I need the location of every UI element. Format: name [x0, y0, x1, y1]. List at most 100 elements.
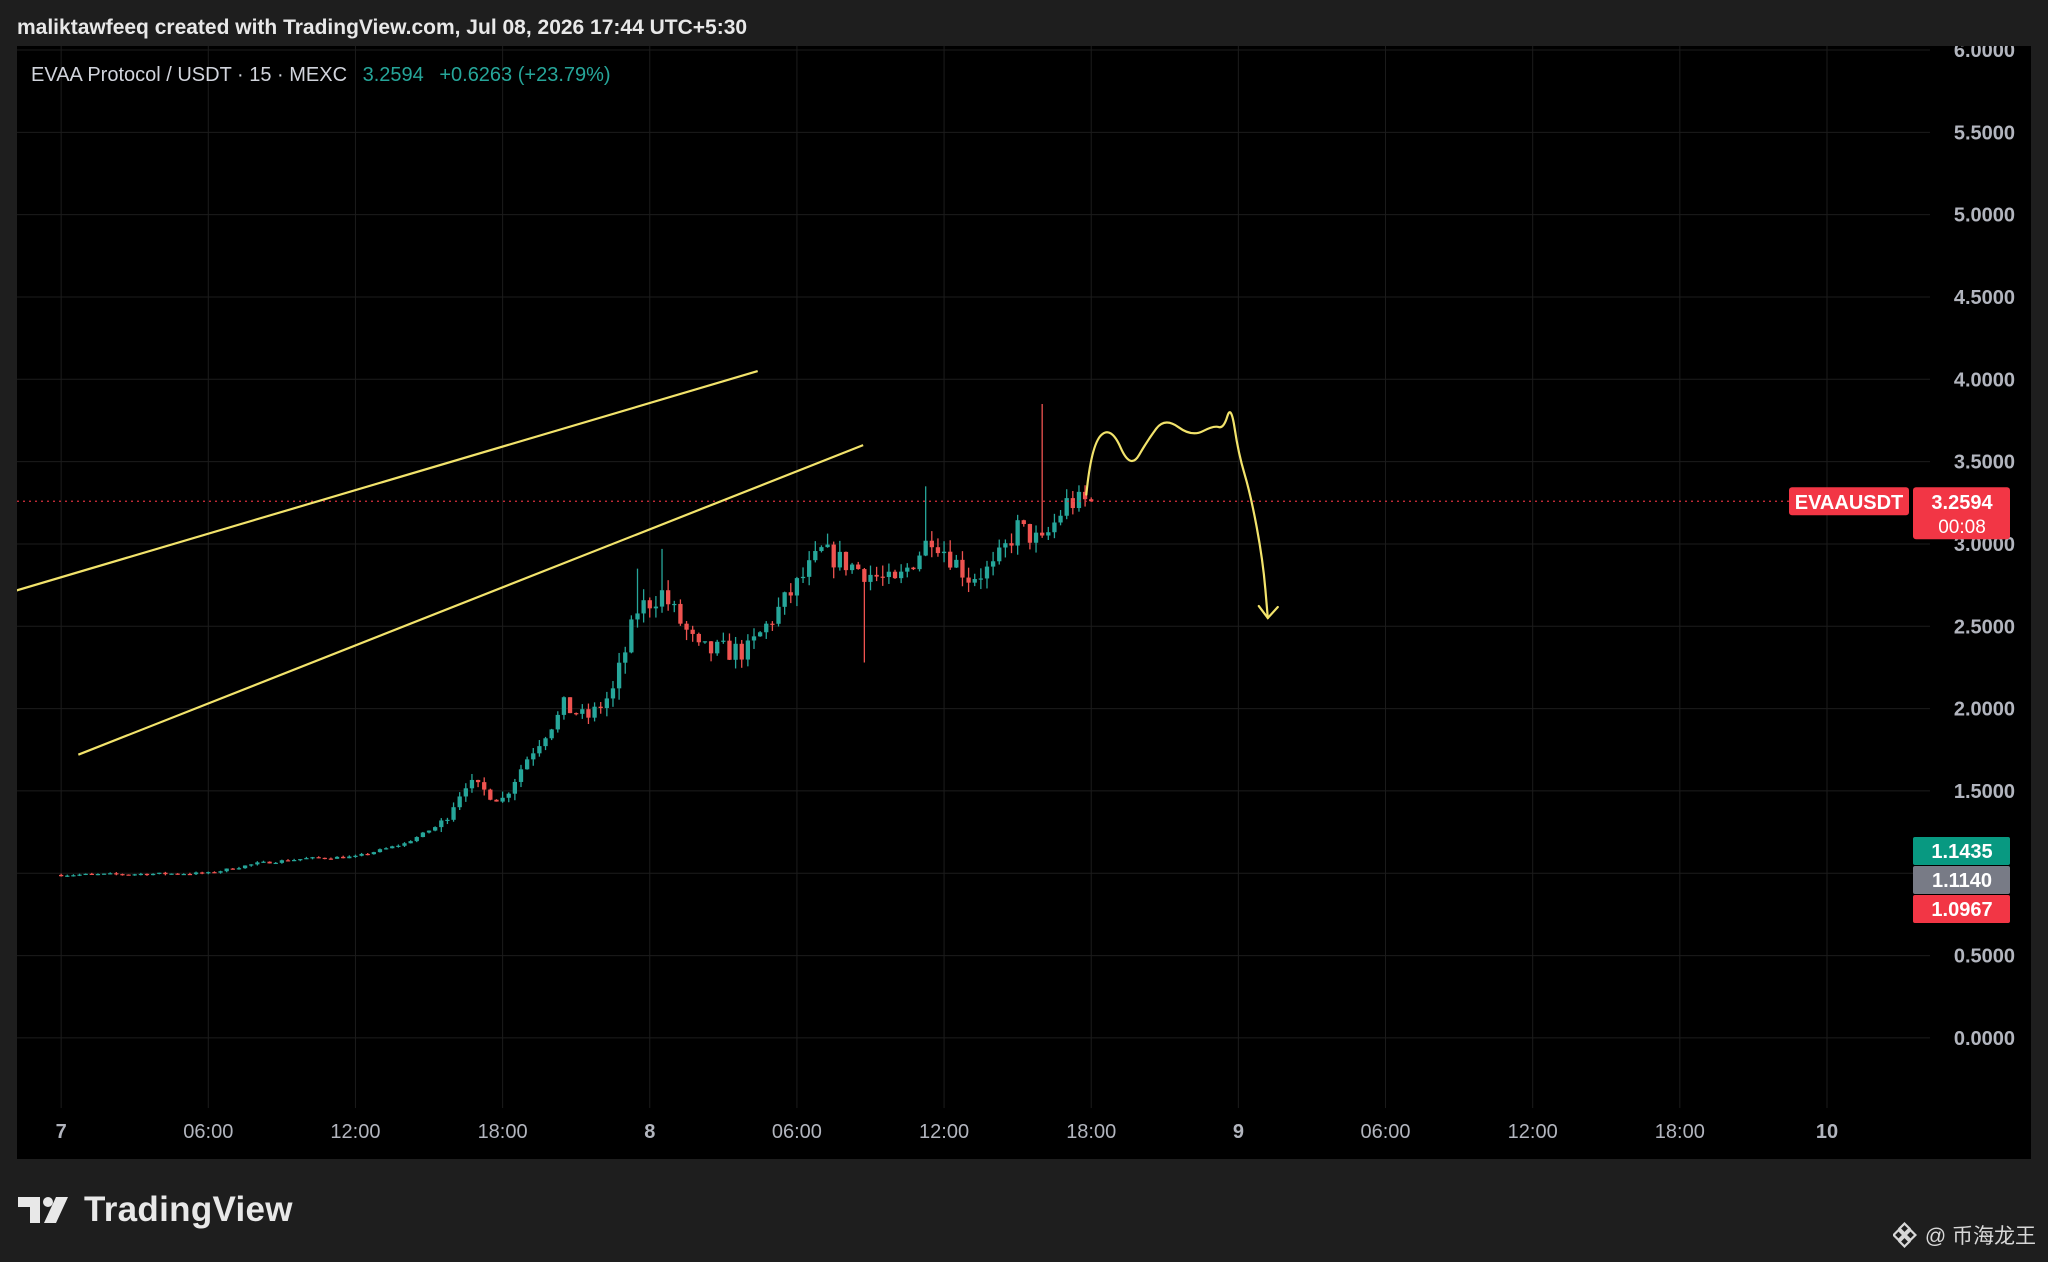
watermark-text: @ 币海龙王 [1924, 1225, 2036, 1248]
candle [580, 709, 585, 714]
candle [433, 827, 438, 831]
candle [1052, 522, 1057, 533]
candle [390, 846, 395, 849]
last-price-value: 3.2594 [362, 64, 424, 86]
candle [163, 872, 168, 875]
candle [353, 855, 358, 857]
candle [978, 578, 984, 580]
candle [500, 797, 505, 802]
price-axis-label: 1.5000 [1954, 781, 2015, 803]
candle [451, 807, 456, 820]
candle [224, 868, 229, 872]
candle [494, 799, 499, 802]
tradingview-brand[interactable]: TradingView [18, 1188, 293, 1232]
candle [89, 873, 94, 875]
candle [463, 788, 468, 797]
candle [923, 540, 928, 556]
candle [408, 841, 413, 844]
candle [383, 848, 389, 850]
time-axis-label: 06:00 [772, 1121, 822, 1143]
symbol-legend: EVAA Protocol / USDT · 15 · MEXC 3.2594 … [31, 64, 611, 87]
candle [647, 600, 652, 609]
watermark: @ 币海龙王 [1892, 1220, 2036, 1250]
candle [684, 623, 689, 630]
candle [291, 860, 297, 862]
time-axis-label: 18:00 [1655, 1121, 1705, 1143]
candle [273, 862, 278, 865]
candle [200, 872, 205, 874]
candle [586, 709, 591, 718]
candle [690, 629, 695, 634]
candle [770, 623, 775, 625]
projection-path-drawing[interactable] [1085, 411, 1269, 620]
candle [279, 860, 285, 863]
candle [371, 852, 376, 855]
candle [1015, 520, 1020, 546]
candle [120, 874, 125, 876]
candle [635, 613, 640, 620]
time-axis-label: 10 [1816, 1121, 1838, 1143]
candle [144, 873, 150, 876]
candle [948, 551, 953, 568]
candle [175, 873, 180, 875]
candle [414, 837, 419, 842]
symbol-title: EVAA Protocol / USDT · 15 · MEXC [31, 64, 348, 86]
candle [666, 590, 671, 605]
chart-caption: maliktawfeeq created with TradingView.co… [17, 16, 748, 39]
time-axis-label: 8 [644, 1121, 655, 1143]
candle [230, 868, 235, 870]
candle [261, 861, 266, 863]
candle [610, 688, 616, 699]
candle [856, 564, 861, 570]
candle [862, 569, 867, 582]
candle [506, 793, 511, 798]
candle [935, 547, 941, 554]
candle [298, 859, 303, 861]
channel-upper-line[interactable] [17, 370, 758, 623]
candle [849, 564, 855, 571]
candle [874, 574, 879, 577]
chart-area[interactable]: 7 06:00 12:00 18:00 8 06:00 12:00 18:00 9 06:00 12… [17, 46, 2031, 1159]
candle [715, 641, 720, 654]
candle [629, 619, 634, 653]
candle [518, 769, 524, 782]
candle [892, 571, 898, 579]
candle [512, 781, 518, 794]
candle [733, 643, 738, 660]
time-axis-label: 12:00 [330, 1121, 380, 1143]
candle [702, 641, 708, 643]
candle [310, 857, 315, 859]
candle [365, 853, 370, 856]
candle [341, 856, 346, 859]
candle [285, 860, 291, 862]
candle [917, 555, 922, 570]
time-axis-label: 06:00 [1360, 1121, 1410, 1143]
candle [328, 858, 334, 860]
candle [359, 853, 364, 856]
candle [475, 779, 481, 783]
candle [825, 544, 830, 548]
candle [555, 714, 560, 730]
price-axis-label: 6.0000 [1954, 46, 2015, 62]
candle [807, 560, 812, 577]
price-chart[interactable]: 7 06:00 12:00 18:00 8 06:00 12:00 18:00 9 06:00 12… [17, 46, 2031, 1159]
candle [905, 567, 910, 572]
candle [132, 874, 137, 876]
candle [868, 574, 873, 582]
candle [984, 566, 990, 579]
candle [757, 632, 763, 637]
candle [819, 547, 824, 552]
candle [997, 547, 1002, 562]
candle [157, 872, 162, 874]
candle [65, 875, 70, 877]
candle [794, 578, 800, 596]
candle [764, 623, 769, 633]
candle [457, 796, 462, 808]
candle [1040, 532, 1045, 536]
symbol-tag: EVAAUSDT [1795, 492, 1904, 514]
candle [181, 873, 186, 876]
candle [960, 559, 965, 578]
candle [469, 779, 475, 789]
candle [304, 858, 309, 860]
candle [672, 603, 677, 606]
